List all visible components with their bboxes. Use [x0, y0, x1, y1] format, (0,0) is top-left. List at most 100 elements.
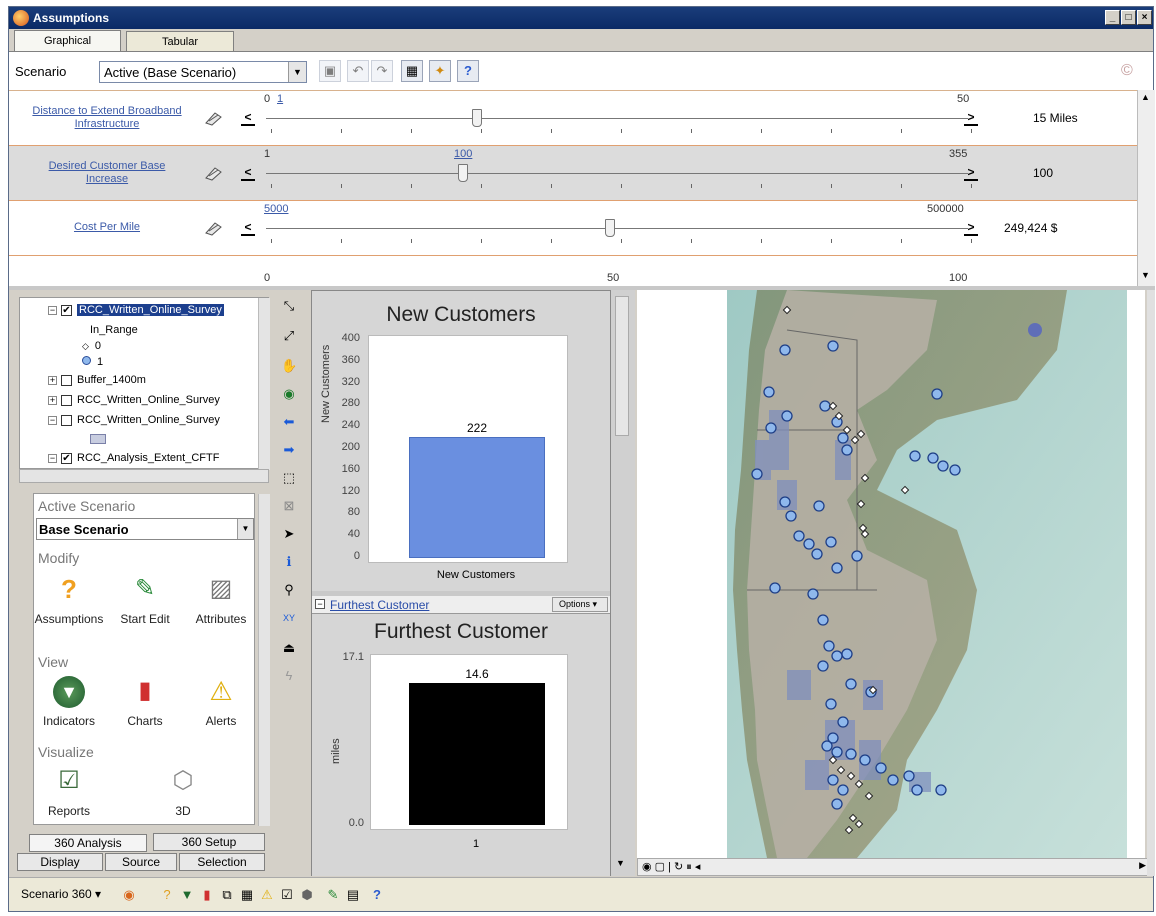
slider-increase-button[interactable]: > [964, 110, 978, 126]
tab-360-analysis[interactable]: 360 Analysis [29, 834, 147, 852]
slider-thumb[interactable] [604, 219, 615, 237]
slider-thumb[interactable] [457, 164, 468, 182]
indicators-button[interactable]: ▼ Indicators [34, 676, 104, 728]
pan-hand-icon[interactable]: ✋ [281, 358, 297, 374]
slider-label-customer-base[interactable]: Desired Customer Base Increase [27, 160, 187, 186]
scrollbar-thumb[interactable] [615, 296, 629, 436]
tab-360-setup[interactable]: 360 Setup [153, 833, 265, 851]
options-dropdown[interactable]: Options ▾ [552, 597, 608, 612]
indicators-icon[interactable]: ▼ [179, 887, 195, 903]
scroll-right-icon[interactable]: ▶ [1139, 860, 1146, 871]
minimize-button[interactable]: _ [1105, 10, 1120, 25]
bulb-icon[interactable]: ? [159, 887, 175, 903]
task-panel-scrollbar[interactable] [258, 494, 270, 826]
calculator-icon[interactable]: ▦ [401, 60, 423, 82]
slider-panel-scrollbar[interactable]: ▲ ▼ [1137, 90, 1155, 286]
measure-icon[interactable]: ⏏ [281, 640, 297, 656]
layer-item[interactable]: − ✔ RCC_Written_Online_Survey [48, 304, 224, 316]
scroll-down-icon[interactable]: ▼ [1141, 270, 1150, 280]
map-view-icons[interactable]: ◉ ▢ | ↻ ⏸ ◂ [642, 860, 700, 874]
layer-checkbox[interactable]: ✔ [61, 452, 72, 464]
tab-graphical[interactable]: Graphical [14, 30, 121, 52]
zoom-in-icon[interactable]: ⤡ [281, 298, 297, 314]
tab-display[interactable]: Display [17, 853, 103, 871]
pin-icon[interactable] [203, 164, 225, 182]
layer-item[interactable]: − RCC_Written_Online_Survey [48, 414, 220, 426]
slider-decrease-button[interactable]: < [241, 220, 255, 236]
cube-icon[interactable]: ⬢ [299, 887, 315, 903]
assumptions-button[interactable]: ? Assumptions [34, 574, 104, 626]
collapse-icon[interactable]: − [48, 453, 57, 463]
tab-tabular[interactable]: Tabular [126, 31, 234, 52]
slider-thumb[interactable] [471, 109, 482, 127]
zoom-out-icon[interactable]: ⤢ [281, 328, 297, 344]
reports-button[interactable]: ☑ Reports [34, 766, 104, 818]
3d-button[interactable]: ⬡ 3D [148, 766, 218, 818]
slider-label-cost[interactable]: Cost Per Mile [27, 221, 187, 234]
scenario-select[interactable]: Active (Base Scenario) ▼ [99, 61, 307, 83]
chart-header-link[interactable]: Furthest Customer [330, 598, 429, 612]
chevron-down-icon[interactable]: ▼ [288, 62, 306, 82]
redo-icon[interactable]: ↷ [371, 60, 393, 82]
pin-icon[interactable] [203, 109, 225, 127]
save-icon[interactable]: ▣ [319, 60, 341, 82]
slider-decrease-button[interactable]: < [241, 165, 255, 181]
info-icon[interactable]: ℹ [281, 554, 297, 570]
scroll-down-icon[interactable]: ▼ [616, 858, 625, 868]
active-scenario-select[interactable]: Base Scenario ▼ [36, 518, 254, 540]
undo-icon[interactable]: ↶ [347, 60, 369, 82]
collapse-icon[interactable]: − [48, 415, 57, 425]
charts-icon[interactable]: ▮ [199, 887, 215, 903]
close-button[interactable]: × [1137, 10, 1152, 25]
layer-checkbox[interactable] [61, 414, 72, 426]
layers-icon[interactable]: ⧉ [219, 887, 235, 903]
scenario-360-menu[interactable]: Scenario 360 ▾ [21, 887, 101, 901]
alerts-button[interactable]: ⚠ Alerts [186, 676, 256, 728]
maximize-button[interactable]: □ [1121, 10, 1136, 25]
tab-selection[interactable]: Selection [179, 853, 265, 871]
slider-track[interactable] [266, 173, 968, 174]
pointer-icon[interactable]: ➤ [281, 526, 297, 542]
forward-arrow-icon[interactable]: ➡ [281, 442, 297, 458]
charts-panel-scrollbar[interactable]: ▼ [611, 290, 635, 876]
start-edit-button[interactable]: ✎ Start Edit [110, 574, 180, 626]
back-arrow-icon[interactable]: ⬅ [281, 414, 297, 430]
edit-pencil-icon[interactable]: ✎ [325, 887, 341, 903]
slider-track[interactable] [266, 228, 968, 229]
collapse-icon[interactable]: − [48, 305, 57, 315]
pin-icon[interactable] [203, 219, 225, 237]
table-icon[interactable]: ▦ [239, 887, 255, 903]
chevron-down-icon[interactable]: ▼ [237, 519, 253, 539]
bulb-settings-icon[interactable]: ✦ [429, 60, 451, 82]
slider-increase-button[interactable]: > [964, 220, 978, 236]
layer-item[interactable]: + Buffer_1400m [48, 374, 146, 386]
report-icon[interactable]: ☑ [279, 887, 295, 903]
clear-selection-icon[interactable]: ⊠ [281, 498, 297, 514]
slider-increase-button[interactable]: > [964, 165, 978, 181]
slider-label-distance[interactable]: Distance to Extend Broadband Infrastruct… [27, 105, 187, 131]
map-scrollbar[interactable] [1147, 290, 1155, 876]
tab-source[interactable]: Source [105, 853, 177, 871]
expand-icon[interactable]: + [48, 375, 57, 385]
help-icon[interactable]: ? [457, 60, 479, 82]
charts-button[interactable]: ▮ Charts [110, 676, 180, 728]
lightning-icon[interactable]: ϟ [281, 668, 297, 684]
scenario-360-icon[interactable]: ◉ [121, 887, 137, 903]
go-to-xy-icon[interactable]: XY [281, 610, 297, 626]
map-view[interactable] [637, 290, 1145, 858]
collapse-icon[interactable]: − [315, 599, 325, 609]
attributes-icon[interactable]: ▤ [345, 887, 361, 903]
layer-list-scrollbar[interactable] [258, 298, 270, 470]
binoculars-icon[interactable]: ⚲ [281, 582, 297, 598]
globe-icon[interactable]: ◉ [281, 386, 297, 402]
select-features-icon[interactable]: ⬚ [281, 470, 297, 486]
layer-item[interactable]: − ✔ RCC_Analysis_Extent_CFTF [48, 452, 219, 464]
alert-triangle-icon[interactable]: ⚠ [259, 887, 275, 903]
slider-track[interactable] [266, 118, 968, 119]
expand-icon[interactable]: + [48, 395, 57, 405]
layer-item[interactable]: + RCC_Written_Online_Survey [48, 394, 220, 406]
scroll-up-icon[interactable]: ▲ [1141, 92, 1150, 102]
layer-checkbox[interactable] [61, 374, 72, 386]
layer-checkbox[interactable]: ✔ [61, 304, 72, 316]
layer-checkbox[interactable] [61, 394, 72, 406]
